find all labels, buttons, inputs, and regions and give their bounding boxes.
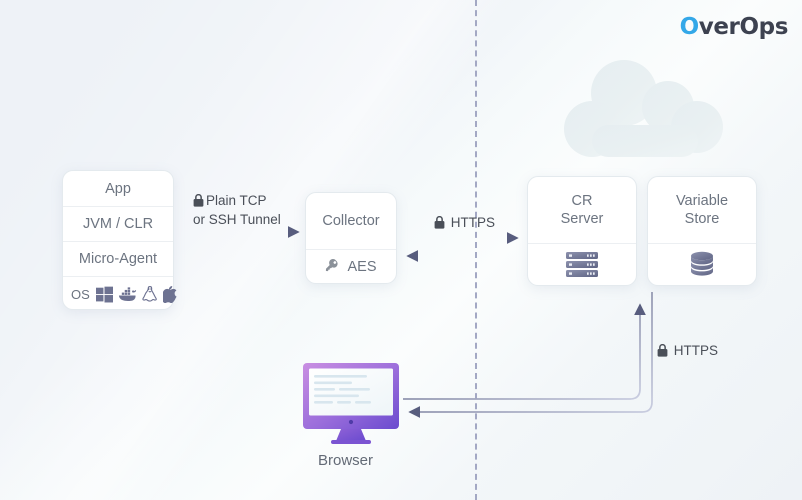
app-row-os: OS	[63, 276, 177, 311]
cloud-shape	[556, 55, 736, 160]
app-row-app: App	[63, 171, 173, 206]
windows-icon	[95, 286, 113, 303]
variable-store-title-line2: Store	[684, 211, 720, 227]
os-label: OS	[71, 286, 90, 302]
apple-icon	[161, 285, 178, 303]
app-row-app-label: App	[105, 180, 131, 197]
lock-icon	[657, 343, 668, 361]
cr-server-title-line1: CR	[571, 193, 593, 209]
collector-title: Collector	[322, 213, 380, 229]
collector-encryption-row: AES	[306, 249, 396, 284]
server-rack-icon	[565, 251, 599, 279]
app-row-micro-agent-label: Micro-Agent	[78, 251, 158, 267]
logo-text: verOps	[698, 14, 789, 40]
overops-logo: OverOps	[679, 14, 789, 40]
connection-label-https-bottom: HTTPS	[673, 343, 719, 358]
app-row-jvm: JVM / CLR	[63, 206, 173, 241]
connection-label-https-middle: HTTPS	[450, 215, 496, 230]
variable-store-title-line1: Variable	[675, 193, 729, 209]
arrow-browser-to-cr-server	[403, 303, 646, 400]
logo-accent-letter: O	[679, 14, 700, 40]
docker-icon	[118, 286, 137, 303]
variable-store-title-row: Variable Store	[648, 177, 756, 243]
cr-server-title-row: CR Server	[528, 177, 636, 243]
diagram-canvas: OverOps App JVM / CLR Micro-Agent OS Col…	[0, 0, 802, 500]
browser-illustration	[303, 363, 399, 450]
cr-server-icon-row	[528, 243, 636, 286]
variable-store-icon-row	[648, 243, 756, 286]
collector-title-row: Collector	[306, 193, 396, 249]
connection-label-browser-to-cr-server: HTTPS	[657, 342, 718, 361]
connection-label-app-to-collector: Plain TCP or SSH Tunnel	[193, 192, 303, 228]
app-stack-card: App JVM / CLR Micro-Agent OS	[62, 170, 177, 311]
app-row-micro-agent: Micro-Agent	[63, 241, 173, 276]
cr-server-card: CR Server	[527, 176, 637, 286]
linux-icon	[142, 285, 158, 303]
lock-icon	[193, 193, 204, 211]
lock-icon	[434, 215, 445, 233]
browser-caption: Browser	[318, 452, 374, 469]
database-icon	[687, 250, 717, 280]
network-boundary-divider	[475, 0, 477, 500]
cr-server-title-line2: Server	[560, 211, 604, 227]
collector-encryption-label: AES	[347, 259, 377, 275]
key-icon	[325, 258, 341, 275]
connection-label-collector-to-cr-server: HTTPS	[434, 214, 495, 233]
collector-card: Collector AES	[305, 192, 397, 284]
arrow-cr-server-to-browser	[408, 292, 653, 418]
app-row-jvm-label: JVM / CLR	[82, 216, 154, 232]
connection-label-line1: Plain TCP	[206, 193, 267, 208]
variable-store-card: Variable Store	[647, 176, 757, 286]
connection-label-line2: or SSH Tunnel	[193, 212, 281, 227]
